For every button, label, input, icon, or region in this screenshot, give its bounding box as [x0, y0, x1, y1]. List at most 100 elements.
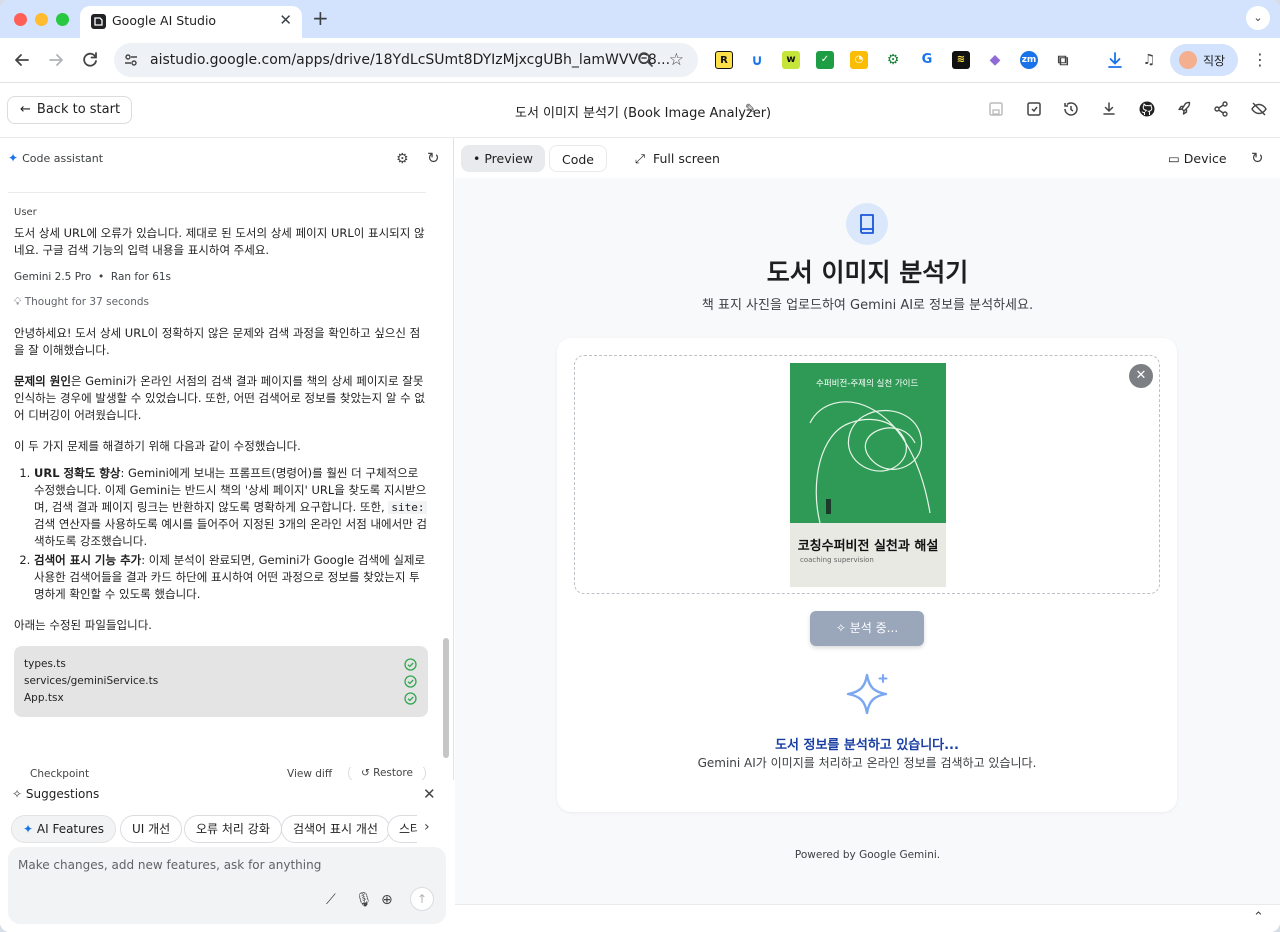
zoom-icon[interactable] — [637, 51, 654, 68]
magic-wand-icon[interactable]: ⟋ — [326, 892, 336, 908]
thought-toggle[interactable]: 💡︎ Thought for 37 seconds — [14, 294, 428, 311]
run-duration: Ran for 61s — [110, 271, 172, 283]
book-title-band — [790, 523, 946, 587]
ai-studio-favicon-icon — [91, 14, 106, 29]
browser-window: Google AI Studio ✕ + ⌄ aistudio.google.c… — [0, 0, 1280, 932]
back-icon[interactable] — [11, 49, 33, 71]
share-icon[interactable] — [1212, 100, 1230, 118]
view-diff-button[interactable]: View diff — [287, 768, 332, 780]
suggestion-chip[interactable]: 스타 — [387, 815, 417, 843]
send-arrow-icon[interactable]: ↑ — [410, 887, 434, 911]
suggestion-chip[interactable]: 오류 처리 강화 — [184, 815, 282, 843]
extension-u-icon[interactable]: ∪ — [748, 51, 766, 69]
chip-label: AI Features — [36, 822, 105, 836]
extension-w-icon[interactable]: w — [782, 51, 800, 69]
preview-panel: • Preview Code ⤢ Full screen ▭ Device ↻ … — [455, 138, 1280, 932]
restore-button[interactable]: ↺ Restore — [348, 767, 426, 781]
profile-button[interactable]: 직장 — [1170, 44, 1238, 76]
close-tab-icon[interactable]: ✕ — [279, 11, 292, 29]
save-to-drive-icon[interactable] — [1025, 100, 1043, 118]
extension-bulb-icon[interactable]: ◔ — [850, 51, 868, 69]
extension-stack-icon[interactable]: ≋ — [952, 51, 970, 69]
github-icon[interactable] — [1138, 100, 1156, 118]
file-row[interactable]: services/geminiService.ts — [24, 673, 418, 690]
changed-files-list: types.ts services/geminiService.ts App.t… — [14, 646, 428, 717]
app-subheading: 책 표지 사진을 업로드하여 Gemini AI로 정보를 분석하세요. — [701, 298, 1034, 313]
full-screen-button[interactable]: ⤢ Full screen — [635, 151, 720, 167]
app-title: 도서 이미지 분석기 (Book Image Analyzer) — [515, 106, 772, 121]
fix-item-query-display: 검색어 표시 기능 추가: 이제 분석이 완료되면, Gemini가 Googl… — [34, 552, 428, 603]
sparkle-icon: ✦ — [8, 151, 19, 165]
extensions-puzzle-icon[interactable]: ⧉ — [1054, 51, 1072, 69]
hide-visibility-icon[interactable] — [1250, 100, 1268, 118]
chevron-right-icon[interactable]: › — [424, 819, 430, 835]
edit-title-icon[interactable]: ✎ — [745, 102, 756, 117]
analyze-button[interactable]: ✧ 분석 중... — [810, 611, 924, 646]
back-to-start-button[interactable]: ← Back to start — [7, 96, 133, 124]
chevron-up-icon[interactable]: ⌃ — [1253, 910, 1264, 925]
avatar — [1179, 51, 1197, 69]
browser-tab[interactable]: Google AI Studio ✕ — [80, 6, 302, 38]
file-name: App.tsx — [24, 692, 64, 704]
suggestion-chip[interactable]: UI 개선 — [120, 815, 183, 843]
refresh-preview-icon[interactable]: ↻ — [1251, 149, 1264, 167]
url-text[interactable]: aistudio.google.com/apps/drive/18YdLcSUm… — [150, 52, 670, 68]
download-icon[interactable] — [1106, 51, 1124, 69]
bookmark-star-icon[interactable]: ☆ — [669, 50, 684, 70]
settings-gear-icon[interactable]: ⚙ — [396, 151, 409, 167]
microphone-icon[interactable]: 🎙︎ — [355, 892, 373, 908]
chat-scrollbar[interactable] — [443, 638, 449, 758]
check-circle-icon — [404, 692, 417, 705]
fix-item-url-accuracy: URL 정확도 향상: Gemini에게 보내는 프롬프트(명령어)를 훨씬 더… — [34, 465, 428, 550]
forward-icon[interactable] — [45, 49, 67, 71]
media-control-icon[interactable]: ♫ — [1140, 51, 1158, 69]
maximize-window-button[interactable] — [56, 13, 69, 26]
close-window-button[interactable] — [14, 13, 27, 26]
address-bar[interactable]: aistudio.google.com/apps/drive/18YdLcSUm… — [114, 43, 698, 77]
history-icon[interactable] — [1062, 100, 1080, 118]
site-operator-code: site: — [388, 501, 428, 514]
extension-r-icon[interactable]: R — [715, 51, 733, 69]
suggestion-chip[interactable]: 검색어 표시 개선 — [281, 815, 390, 843]
extension-zm-icon[interactable]: zm — [1020, 51, 1038, 69]
extension-crystal-icon[interactable]: ◆ — [986, 51, 1004, 69]
deploy-rocket-icon[interactable] — [1175, 100, 1193, 118]
file-row[interactable]: App.tsx — [24, 690, 418, 707]
lightbulb-icon: 💡︎ — [14, 296, 22, 308]
profile-name: 직장 — [1203, 54, 1226, 68]
tab-bar: Google AI Studio ✕ + ⌄ — [0, 0, 1280, 38]
device-button[interactable]: ▭ Device — [1168, 151, 1227, 166]
refresh-chat-icon[interactable]: ↻ — [427, 149, 440, 167]
analysis-status-subtitle: Gemini AI가 이미지를 처리하고 온라인 정보를 검색하고 있습니다. — [697, 756, 1037, 770]
chip-label: 오류 처리 강화 — [196, 822, 270, 836]
remove-image-button[interactable]: ✕ — [1129, 364, 1153, 388]
prompt-input[interactable]: Make changes, add new features, ask for … — [8, 847, 446, 924]
new-tab-button[interactable]: + — [312, 6, 329, 30]
extension-translate-icon[interactable]: ⚙ — [884, 51, 902, 69]
browser-toolbar: aistudio.google.com/apps/drive/18YdLcSUm… — [0, 38, 1280, 83]
book-icon — [846, 203, 888, 245]
suggestion-chip-ai-features[interactable]: ✦ AI Features — [11, 815, 117, 843]
google-translate-icon[interactable]: G — [918, 51, 936, 69]
chip-label: 검색어 표시 개선 — [293, 822, 378, 836]
tab-code[interactable]: Code — [549, 145, 608, 172]
tab-search-button[interactable]: ⌄ — [1246, 6, 1270, 30]
save-icon[interactable] — [987, 100, 1005, 118]
book-cover-image: 수퍼비전-주제의 실천 가이드 코칭수퍼비전 실천과 해설 coaching s… — [790, 363, 946, 587]
assistant-intro: 안녕하세요! 도서 상세 URL이 정확하지 않은 문제와 검색 과정을 확인하… — [14, 326, 421, 357]
prompt-placeholder: Make changes, add new features, ask for … — [18, 858, 322, 872]
user-message: 도서 상세 URL에 오류가 있습니다. 제대로 된 도서의 상세 페이지 UR… — [14, 226, 425, 257]
add-attachment-icon[interactable]: ⊕ — [381, 892, 393, 908]
app-header: ← Back to start 도서 이미지 분석기 (Book Image An… — [0, 83, 1280, 138]
file-row[interactable]: types.ts — [24, 656, 418, 673]
image-drop-zone[interactable]: 수퍼비전-주제의 실천 가이드 코칭수퍼비전 실천과 해설 coaching s… — [574, 355, 1160, 594]
download-app-icon[interactable] — [1100, 100, 1118, 118]
browser-menu-icon[interactable]: ⋮ — [1252, 51, 1268, 69]
extension-check-icon[interactable]: ✓ — [816, 51, 834, 69]
cause-text: 은 Gemini가 온라인 서점의 검색 결과 페이지를 책의 상세 페이지로 … — [14, 374, 425, 422]
reload-icon[interactable] — [79, 49, 101, 71]
close-suggestions-icon[interactable]: ✕ — [423, 785, 436, 803]
tab-preview[interactable]: • Preview — [461, 145, 546, 172]
minimize-window-button[interactable] — [35, 13, 48, 26]
site-settings-icon[interactable] — [123, 52, 139, 68]
